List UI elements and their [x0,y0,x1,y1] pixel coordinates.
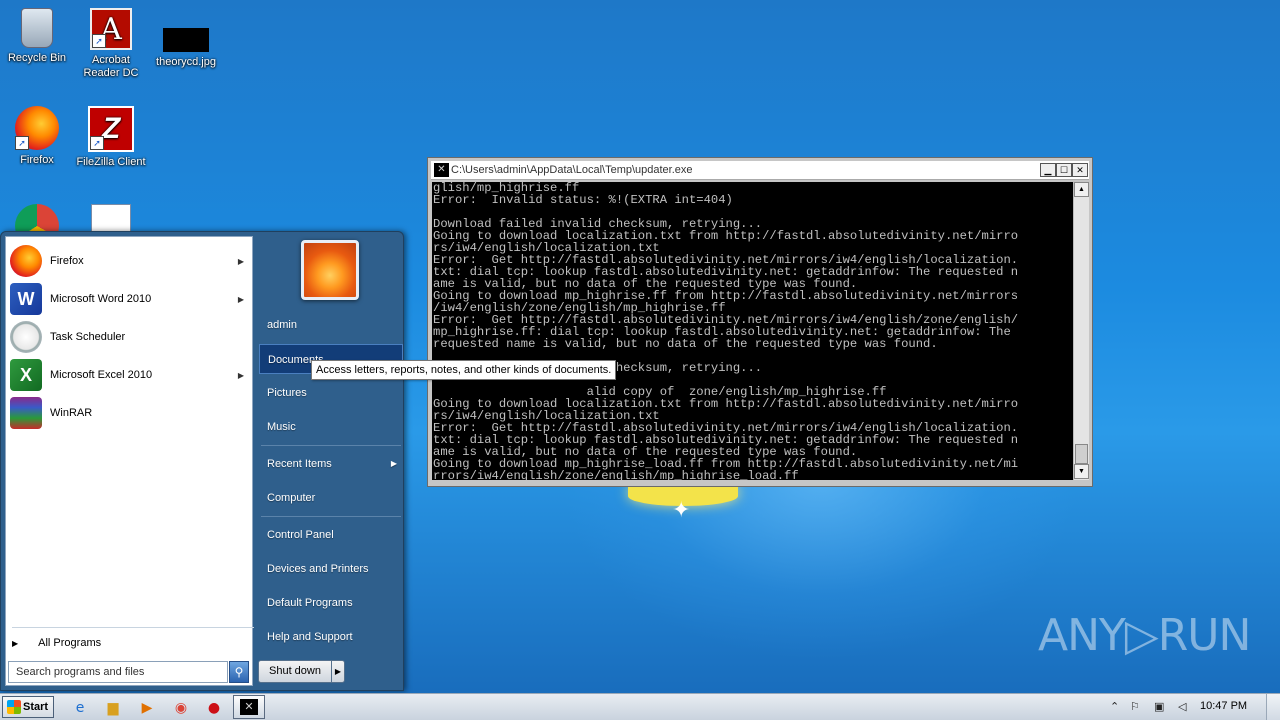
separator [261,445,401,446]
wallpaper-sparkle: ✦ [672,498,691,523]
windows-logo-icon [7,700,21,714]
desktop-icon-label: theorycd.jpg [156,56,216,68]
desktop-icon-acrobat[interactable]: A ➚ Acrobat Reader DC [74,8,148,80]
menu-item-computer[interactable]: Computer [259,483,403,513]
menu-item-recent-items[interactable]: Recent Items ▶ [259,449,403,479]
search-input[interactable]: Search programs and files [8,661,228,683]
console-title: C:\Users\admin\AppData\Local\Temp\update… [451,164,693,176]
network-icon[interactable]: ▣ [1154,700,1164,713]
submenu-arrow-icon[interactable]: ▶ [391,459,397,468]
anyrun-watermark: ANY▷RUN [1038,610,1251,661]
desktop-icon-recycle-bin[interactable]: Recycle Bin [0,8,74,65]
program-label: Microsoft Word 2010 [50,293,152,305]
scroll-up-icon[interactable]: ▲ [1074,182,1089,197]
desktop-icon-label: Recycle Bin [7,52,67,64]
shortcut-arrow-icon: ➚ [92,34,106,48]
folder-icon[interactable]: ▆ [103,698,123,718]
show-hidden-icons-icon[interactable]: ⌃ [1110,700,1119,713]
taskbar-console-button[interactable]: ✕ [233,695,265,719]
program-label: WinRAR [50,407,93,419]
firefox-icon: ➚ [15,106,59,150]
console-app-icon: ✕ [240,699,258,715]
desktop-icon-word-doc[interactable] [88,204,134,244]
shortcut-arrow-icon: ➚ [15,136,29,150]
clock[interactable]: 10:47 PM [1200,700,1247,712]
recycle-bin-icon [21,8,53,48]
start-menu: Firefox ▶ W Microsoft Word 2010 ▶ Task S… [0,231,404,691]
console-window[interactable]: ✕ C:\Users\admin\AppData\Local\Temp\upda… [427,157,1093,487]
excel-icon: X [10,359,42,391]
console-app-icon: ✕ [434,163,449,177]
separator [12,627,254,628]
desktop-icon-firefox[interactable]: ➚ Firefox [0,106,74,167]
shortcut-arrow-icon: ➚ [90,136,104,150]
scroll-down-icon[interactable]: ▼ [1074,464,1089,479]
menu-item-control-panel[interactable]: Control Panel [259,520,403,550]
scroll-thumb[interactable] [1075,444,1088,464]
desktop-icon-filezilla[interactable]: Z ➚ FileZilla Client [74,106,148,169]
all-programs-label: All Programs [38,637,102,649]
program-task-scheduler[interactable]: Task Scheduler [10,319,250,355]
menu-item-help-support[interactable]: Help and Support [259,622,403,652]
image-file-icon [163,28,209,52]
menu-item-admin[interactable]: admin [259,310,403,340]
chrome-icon[interactable]: ◉ [171,698,191,718]
minimize-button[interactable]: ▁ [1040,163,1056,177]
close-button[interactable]: ✕ [1072,163,1088,177]
menu-item-devices-printers[interactable]: Devices and Printers [259,554,403,584]
desktop-icon-label: FileZilla Client [76,156,146,168]
maximize-button[interactable]: ☐ [1056,163,1072,177]
console-titlebar[interactable]: ✕ C:\Users\admin\AppData\Local\Temp\upda… [431,161,1089,180]
console-scrollbar[interactable]: ▲ ▼ [1073,182,1089,480]
filezilla-icon: Z ➚ [88,106,134,152]
winrar-icon [10,397,42,429]
shutdown-options-icon[interactable]: ▶ [331,660,345,683]
menu-item-music[interactable]: Music [259,412,403,442]
acrobat-icon: A ➚ [90,8,132,50]
desktop-icon-theorycd[interactable]: theorycd.jpg [149,8,223,69]
menu-item-default-programs[interactable]: Default Programs [259,588,403,618]
clock-icon [10,321,42,353]
user-avatar[interactable] [301,240,359,300]
separator [261,516,401,517]
internet-explorer-icon[interactable]: e [70,698,90,718]
action-center-icon[interactable]: ⚐ [1130,700,1140,713]
shutdown-button[interactable]: Shut down [258,660,332,683]
menu-item-label: Recent Items [267,458,332,470]
expand-arrow-icon: ▶ [12,639,19,648]
program-label: Microsoft Excel 2010 [50,369,153,381]
desktop-icon-label: Firefox [20,154,54,166]
firefox-icon [10,245,42,277]
start-menu-programs-pane: Firefox ▶ W Microsoft Word 2010 ▶ Task S… [5,236,254,686]
taskbar: Start e ▆ ▶ ◉ ● ✕ ⌃ ⚐ ▣ ◁ 10:47 PM [0,693,1280,720]
program-excel[interactable]: X Microsoft Excel 2010 ▶ [10,357,250,393]
start-label: Start [23,701,49,713]
show-desktop-button[interactable] [1266,694,1280,720]
console-output[interactable]: glish/mp_highrise.ff Error: Invalid stat… [432,182,1073,480]
documents-tooltip: Access letters, reports, notes, and othe… [311,360,617,380]
media-player-icon[interactable]: ▶ [137,698,157,718]
program-winrar[interactable]: WinRAR [10,395,250,431]
program-label: Firefox [50,255,84,267]
all-programs-button[interactable]: ▶ All Programs [12,637,252,649]
opera-icon[interactable]: ● [204,698,224,718]
submenu-arrow-icon[interactable]: ▶ [238,257,244,266]
submenu-arrow-icon[interactable]: ▶ [238,371,244,380]
start-button[interactable]: Start [2,696,54,718]
word-icon: W [10,283,42,315]
desktop-icon-chrome[interactable] [14,204,60,248]
search-icon[interactable]: ⚲ [229,661,249,683]
volume-icon[interactable]: ◁ [1178,700,1186,713]
program-label: Task Scheduler [50,331,126,343]
submenu-arrow-icon[interactable]: ▶ [238,295,244,304]
program-firefox[interactable]: Firefox ▶ [10,243,250,279]
program-word[interactable]: W Microsoft Word 2010 ▶ [10,281,250,317]
menu-item-pictures[interactable]: Pictures [259,378,403,408]
desktop-icon-label: Acrobat Reader DC [83,54,139,79]
